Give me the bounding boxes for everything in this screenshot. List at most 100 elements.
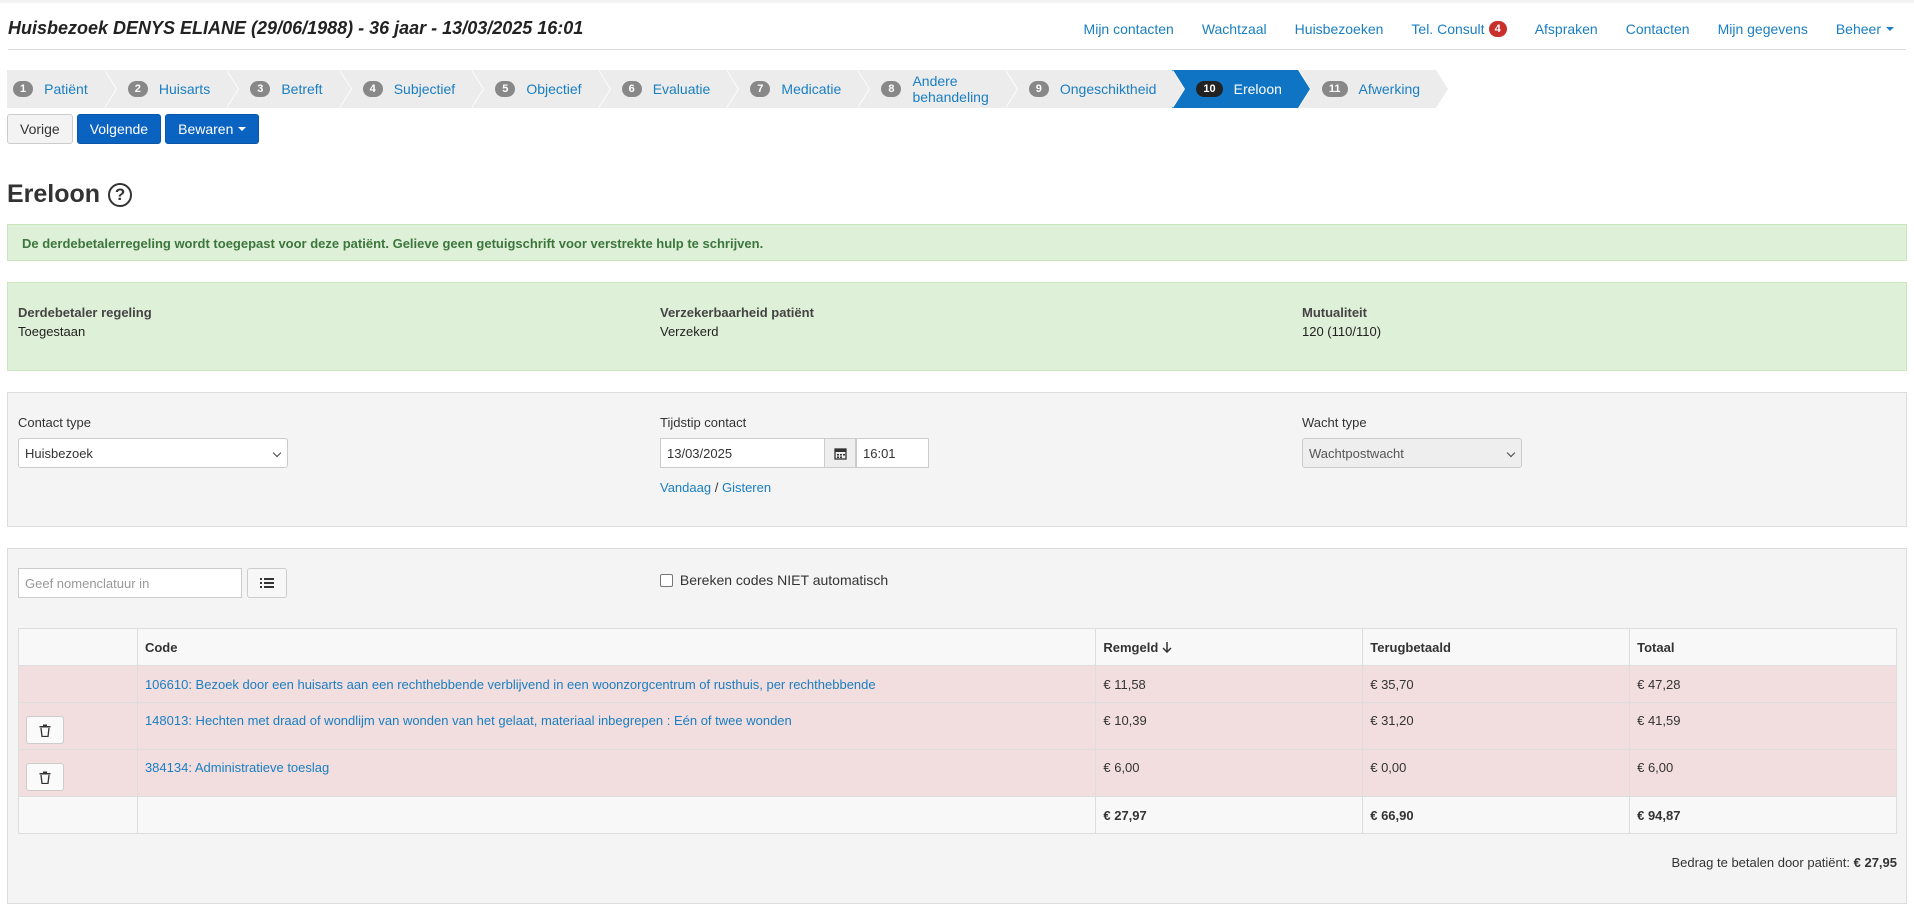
sort-desc-icon bbox=[1162, 641, 1172, 653]
trash-icon bbox=[39, 724, 51, 737]
contact-type-select[interactable]: Huisbezoek bbox=[18, 438, 288, 468]
totals-row: € 27,97 € 66,90 € 94,87 bbox=[18, 796, 1897, 834]
step-label: Subjectief bbox=[393, 81, 456, 97]
nav-tel-consult[interactable]: Tel. Consult 4 bbox=[1411, 21, 1507, 37]
watch-type-label: Wacht type bbox=[1302, 415, 1367, 430]
step-evaluatie[interactable]: 6 Evaluatie bbox=[597, 70, 739, 108]
calendar-button[interactable] bbox=[824, 438, 856, 468]
total-terugbetaald: € 66,90 bbox=[1362, 796, 1631, 834]
save-button-label: Bewaren bbox=[178, 121, 234, 137]
next-button[interactable]: Volgende bbox=[76, 114, 162, 144]
today-link[interactable]: Vandaag bbox=[660, 480, 711, 495]
watch-type-value: Wachtpostwacht bbox=[1309, 446, 1404, 461]
step-andere-behandeling[interactable]: 8 Andere behandeling bbox=[857, 70, 1019, 108]
wizard-steps: 1 Patiënt 2 Huisarts 3 Betreft 4 Subjectief … bbox=[7, 70, 1450, 108]
wizard-buttons: Vorige Volgende Bewaren bbox=[7, 114, 263, 144]
step-number: 8 bbox=[881, 81, 902, 97]
code-link[interactable]: 148013: Hechten met draad of wondlijm va… bbox=[145, 713, 792, 728]
step-label: Andere behandeling bbox=[912, 73, 989, 105]
code-cell: 384134: Administratieve toeslag bbox=[136, 749, 1097, 797]
top-bar: Huisbezoek DENYS ELIANE (29/06/1988) - 3… bbox=[0, 0, 1914, 50]
remgeld-cell: € 11,58 bbox=[1095, 665, 1364, 703]
step-subjectief[interactable]: 4 Subjectief bbox=[338, 70, 484, 108]
patient-amount: Bedrag te betalen door patiënt: € 27,95 bbox=[1671, 855, 1897, 870]
no-auto-codes-checkbox[interactable] bbox=[660, 574, 673, 587]
previous-button[interactable]: Vorige bbox=[7, 114, 73, 144]
yesterday-link[interactable]: Gisteren bbox=[722, 480, 771, 495]
terugbetaald-cell: € 35,70 bbox=[1362, 665, 1631, 703]
help-icon[interactable]: ? bbox=[108, 182, 133, 207]
terugbetaald-column-header[interactable]: Terugbetaald bbox=[1362, 628, 1631, 666]
third-payer-value: Toegestaan bbox=[18, 324, 86, 339]
link-separator: / bbox=[714, 480, 719, 495]
step-number: 2 bbox=[127, 81, 148, 97]
page-title: Ereloon ? bbox=[7, 180, 133, 209]
contact-date-input[interactable]: 13/03/2025 bbox=[660, 438, 825, 468]
step-number: 10 bbox=[1196, 81, 1223, 97]
totaal-cell: € 6,00 bbox=[1629, 749, 1897, 797]
delete-row-button[interactable] bbox=[26, 716, 64, 744]
totals-empty-cell bbox=[18, 796, 138, 834]
row-actions-cell bbox=[18, 749, 138, 797]
remgeld-cell: € 10,39 bbox=[1095, 702, 1364, 750]
third-payer-alert: De derdebetalerregeling wordt toegepast … bbox=[7, 224, 1907, 261]
page-header-title: Huisbezoek DENYS ELIANE (29/06/1988) - 3… bbox=[8, 18, 584, 38]
step-ongeschiktheid[interactable]: 9 Ongeschiktheid bbox=[1004, 70, 1186, 108]
third-payer-label: Derdebetaler regeling bbox=[18, 305, 152, 320]
total-totaal: € 94,87 bbox=[1629, 796, 1897, 834]
insurability-label: Verzekerbaarheid patiënt bbox=[660, 305, 814, 320]
chevron-down-icon bbox=[1506, 448, 1516, 458]
step-medicatie[interactable]: 7 Medicatie bbox=[726, 70, 871, 108]
nav-wachtzaal[interactable]: Wachtzaal bbox=[1202, 21, 1267, 37]
mutuality-value: 120 (110/110) bbox=[1302, 324, 1382, 339]
patient-amount-value: € 27,95 bbox=[1853, 855, 1897, 870]
step-afwerking[interactable]: 11 Afwerking bbox=[1297, 70, 1450, 108]
row-actions-cell bbox=[18, 702, 138, 750]
table-row: 384134: Administratieve toeslag € 6,00 €… bbox=[18, 749, 1897, 797]
contact-type-value: Huisbezoek bbox=[25, 446, 93, 461]
code-link[interactable]: 106610: Bezoek door een huisarts aan een… bbox=[145, 677, 876, 692]
patient-amount-label: Bedrag te betalen door patiënt: bbox=[1671, 855, 1850, 870]
nav-beheer-dropdown[interactable]: Beheer bbox=[1836, 21, 1894, 37]
step-label: Objectief bbox=[526, 81, 582, 97]
mutuality-col: Mutualiteit 120 (110/110) bbox=[1302, 305, 1381, 339]
step-patient[interactable]: 1 Patiënt bbox=[7, 70, 117, 108]
code-column-header[interactable]: Code bbox=[136, 628, 1097, 666]
totals-empty-cell bbox=[136, 796, 1097, 834]
calendar-icon bbox=[833, 447, 847, 460]
terugbetaald-cell: € 31,20 bbox=[1362, 702, 1631, 750]
table-row: 106610: Bezoek door een huisarts aan een… bbox=[18, 665, 1897, 703]
contact-type-label: Contact type bbox=[18, 415, 91, 430]
nav-huisbezoeken[interactable]: Huisbezoeken bbox=[1295, 21, 1384, 37]
nav-beheer-label: Beheer bbox=[1835, 21, 1881, 37]
delete-row-button[interactable] bbox=[26, 763, 64, 791]
tel-consult-count-badge: 4 bbox=[1488, 21, 1507, 37]
contact-time-input[interactable]: 16:01 bbox=[856, 438, 929, 468]
trash-icon bbox=[39, 771, 51, 784]
nav-afspraken[interactable]: Afspraken bbox=[1535, 21, 1598, 37]
mutuality-label: Mutualiteit bbox=[1302, 305, 1367, 320]
step-objectief[interactable]: 5 Objectief bbox=[471, 70, 611, 108]
no-auto-codes-option[interactable]: Bereken codes NIET automatisch bbox=[660, 572, 888, 588]
remgeld-column-header[interactable]: Remgeld bbox=[1095, 628, 1364, 666]
code-link[interactable]: 384134: Administratieve toeslag bbox=[145, 760, 329, 775]
step-betreft[interactable]: 3 Betreft bbox=[226, 70, 352, 108]
totaal-column-header[interactable]: Totaal bbox=[1629, 628, 1897, 666]
step-number: 9 bbox=[1028, 81, 1049, 97]
nomenclature-input[interactable]: Geef nomenclatuur in bbox=[18, 568, 242, 598]
step-number: 5 bbox=[495, 81, 516, 97]
step-label: Huisarts bbox=[158, 81, 211, 97]
code-cell: 148013: Hechten met draad of wondlijm va… bbox=[136, 702, 1097, 750]
nav-mijn-contacten[interactable]: Mijn contacten bbox=[1084, 21, 1174, 37]
step-number: 1 bbox=[13, 81, 34, 97]
save-dropdown-button[interactable]: Bewaren bbox=[165, 114, 260, 144]
nav-contacten[interactable]: Contacten bbox=[1626, 21, 1690, 37]
step-label: Evaluatie bbox=[652, 81, 711, 97]
nav-mijn-gegevens[interactable]: Mijn gegevens bbox=[1718, 21, 1808, 37]
nomenclature-list-button[interactable] bbox=[247, 568, 287, 598]
step-huisarts[interactable]: 2 Huisarts bbox=[103, 70, 240, 108]
nav-tel-consult-label: Tel. Consult bbox=[1411, 21, 1485, 37]
header-divider bbox=[8, 49, 1906, 50]
step-ereloon[interactable]: 10 Ereloon bbox=[1172, 70, 1311, 108]
step-label: Ongeschiktheid bbox=[1059, 81, 1157, 97]
